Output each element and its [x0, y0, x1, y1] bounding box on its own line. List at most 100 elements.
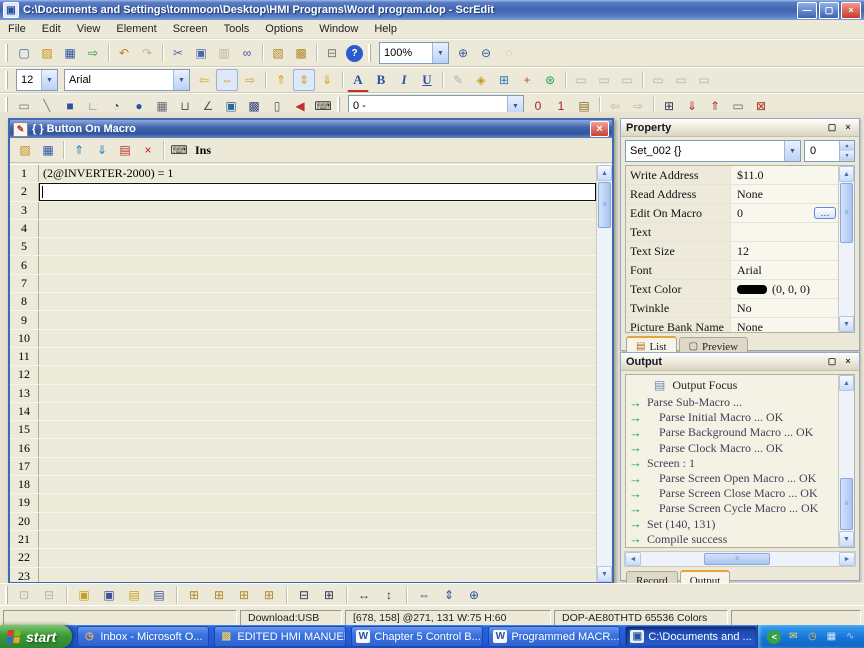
chevron-down-icon[interactable]: ▼	[432, 43, 448, 63]
edit-macro-button[interactable]: …	[814, 207, 836, 219]
element-selector-combo[interactable]: Set_002 {} ▼	[625, 140, 801, 162]
zoom-out-icon[interactable]: ⊖	[475, 42, 497, 64]
property-row[interactable]: Edit On Macro0…	[626, 204, 838, 223]
menu-item-screen[interactable]: Screen	[165, 22, 216, 36]
send-backward-icon[interactable]: ▤	[148, 584, 170, 606]
scrollbar-thumb[interactable]: ≡	[840, 183, 853, 243]
macro-line[interactable]: 15	[10, 421, 596, 439]
macro-line[interactable]: 18	[10, 476, 596, 494]
scroll-down-icon[interactable]: ▼	[839, 316, 854, 332]
macro-close-button[interactable]: ×	[590, 121, 609, 137]
macro-insert-row-icon[interactable]: ▤	[114, 139, 136, 161]
scroll-up-icon[interactable]: ▲	[839, 166, 854, 182]
nudge-right-icon[interactable]: ⇨	[239, 69, 261, 91]
find-icon[interactable]: ∞	[236, 42, 258, 64]
macro-line[interactable]: 23	[10, 568, 596, 582]
menu-item-view[interactable]: View	[69, 22, 109, 36]
scrollbar-thumb[interactable]: ≡	[840, 478, 853, 530]
maximize-icon[interactable]: ▢	[826, 122, 838, 133]
property-panel-titlebar[interactable]: Property ▢ ×	[621, 119, 859, 137]
macro-move-down-icon[interactable]: ⇓	[91, 139, 113, 161]
macro-line[interactable]: 10	[10, 330, 596, 348]
macro-delete-row-icon[interactable]: ×	[137, 139, 159, 161]
scrollbar-thumb[interactable]: ≡	[704, 553, 770, 565]
resize-element-icon[interactable]: ⊞	[493, 69, 515, 91]
text-color-icon[interactable]: A	[347, 69, 369, 92]
nudge-up-icon[interactable]: ⇑	[270, 69, 292, 91]
scroll-down-icon[interactable]: ▼	[597, 566, 612, 582]
zoom-in-icon[interactable]: ⊕	[452, 42, 474, 64]
font-size-combo[interactable]: 12 ▼	[16, 69, 58, 91]
state-select-icon[interactable]: ◈	[470, 69, 492, 91]
italic-icon[interactable]: I	[393, 69, 415, 91]
macro-line[interactable]: 21	[10, 531, 596, 549]
outlook-reminder-icon[interactable]: ◷	[805, 630, 819, 644]
macro-move-up-icon[interactable]: ⇑	[68, 139, 90, 161]
chevron-down-icon[interactable]: ▼	[173, 70, 189, 90]
new-icon[interactable]: ▢	[13, 42, 35, 64]
task-button[interactable]: ▨EDITED HMI MANUEL	[214, 626, 346, 647]
maximize-icon[interactable]: ▢	[826, 356, 838, 367]
menu-item-tools[interactable]: Tools	[216, 22, 258, 36]
macro-window-titlebar[interactable]: ✎ { } Button On Macro ×	[10, 120, 612, 138]
export-icon[interactable]: ⇨	[82, 42, 104, 64]
macro-save-icon[interactable]: ▦	[37, 139, 59, 161]
open-icon[interactable]: ▨	[36, 42, 58, 64]
toolbar-grip[interactable]	[5, 44, 10, 62]
output-focus-header[interactable]: ▤ Output Focus	[626, 375, 838, 395]
spin-up-icon[interactable]: ▲	[840, 141, 854, 151]
scrollbar-track[interactable]	[839, 391, 854, 477]
screen-paste-icon[interactable]: ▩	[290, 42, 312, 64]
send-to-back-icon[interactable]: ▣	[98, 584, 120, 606]
chevron-down-icon[interactable]: ▼	[41, 70, 57, 90]
nudge-down-icon[interactable]: ⇓	[316, 69, 338, 91]
close-button[interactable]: ×	[841, 2, 861, 19]
align-left-icon[interactable]: ⊞	[183, 584, 205, 606]
volume-wave-icon[interactable]: ∿	[843, 630, 857, 644]
macro-line[interactable]: 9	[10, 311, 596, 329]
macro-line[interactable]: 6	[10, 256, 596, 274]
center-horizontal-icon[interactable]: ⊟	[293, 584, 315, 606]
macro-line[interactable]: 4	[10, 220, 596, 238]
scroll-up-icon[interactable]: ▲	[597, 165, 612, 181]
output-scrollbar[interactable]: ▲ ≡ ▼	[838, 375, 854, 547]
center-vertical-icon[interactable]: ⊞	[318, 584, 340, 606]
task-button[interactable]: WProgrammed MACR...	[488, 626, 620, 647]
bold-icon[interactable]: B	[370, 69, 392, 91]
save-icon[interactable]: ▦	[59, 42, 81, 64]
make-same-size-icon[interactable]: ⊕	[463, 584, 485, 606]
task-button[interactable]: ◷Inbox - Microsoft O...	[77, 626, 209, 647]
align-bottom-icon[interactable]: ⊞	[258, 584, 280, 606]
macro-line[interactable]: 17	[10, 458, 596, 476]
align-top-icon[interactable]: ⊞	[233, 584, 255, 606]
scroll-left-icon[interactable]: ◄	[625, 552, 641, 566]
property-row[interactable]: TwinkleNo	[626, 299, 838, 318]
make-same-height-icon[interactable]: ⇕	[438, 584, 460, 606]
property-row[interactable]: Write Address$11.0	[626, 166, 838, 185]
close-icon[interactable]: ×	[842, 122, 854, 133]
new-mail-icon[interactable]: ✉	[786, 630, 800, 644]
scrollbar-track[interactable]	[597, 229, 612, 566]
toolbar-grip[interactable]	[5, 586, 10, 604]
macro-line[interactable]: 3	[10, 202, 596, 220]
macro-line[interactable]: 16	[10, 439, 596, 457]
align-right-icon[interactable]: ⊞	[208, 584, 230, 606]
scroll-up-icon[interactable]: ▲	[839, 375, 854, 391]
copy-icon[interactable]: ▣	[190, 42, 212, 64]
close-icon[interactable]: ×	[842, 356, 854, 367]
macro-line[interactable]: 8	[10, 293, 596, 311]
macro-line[interactable]: 2	[10, 183, 596, 201]
menu-item-edit[interactable]: Edit	[34, 22, 69, 36]
scrollbar-track[interactable]	[771, 552, 839, 566]
nudge-left-icon[interactable]: ⇦	[193, 69, 215, 91]
menu-item-window[interactable]: Window	[311, 22, 366, 36]
space-across-icon[interactable]: ↔	[353, 584, 375, 606]
rotate-element-icon[interactable]: ⊛	[539, 69, 561, 91]
macro-line[interactable]: 22	[10, 549, 596, 567]
property-row[interactable]: FontArial	[626, 261, 838, 280]
property-row[interactable]: Text Size12	[626, 242, 838, 261]
property-grid-scrollbar[interactable]: ▲ ≡ ▼	[838, 166, 854, 332]
nudge-vertical-icon[interactable]: ⇕	[293, 69, 315, 91]
scrollbar-thumb[interactable]: ≡	[598, 182, 611, 228]
menu-item-help[interactable]: Help	[366, 22, 405, 36]
